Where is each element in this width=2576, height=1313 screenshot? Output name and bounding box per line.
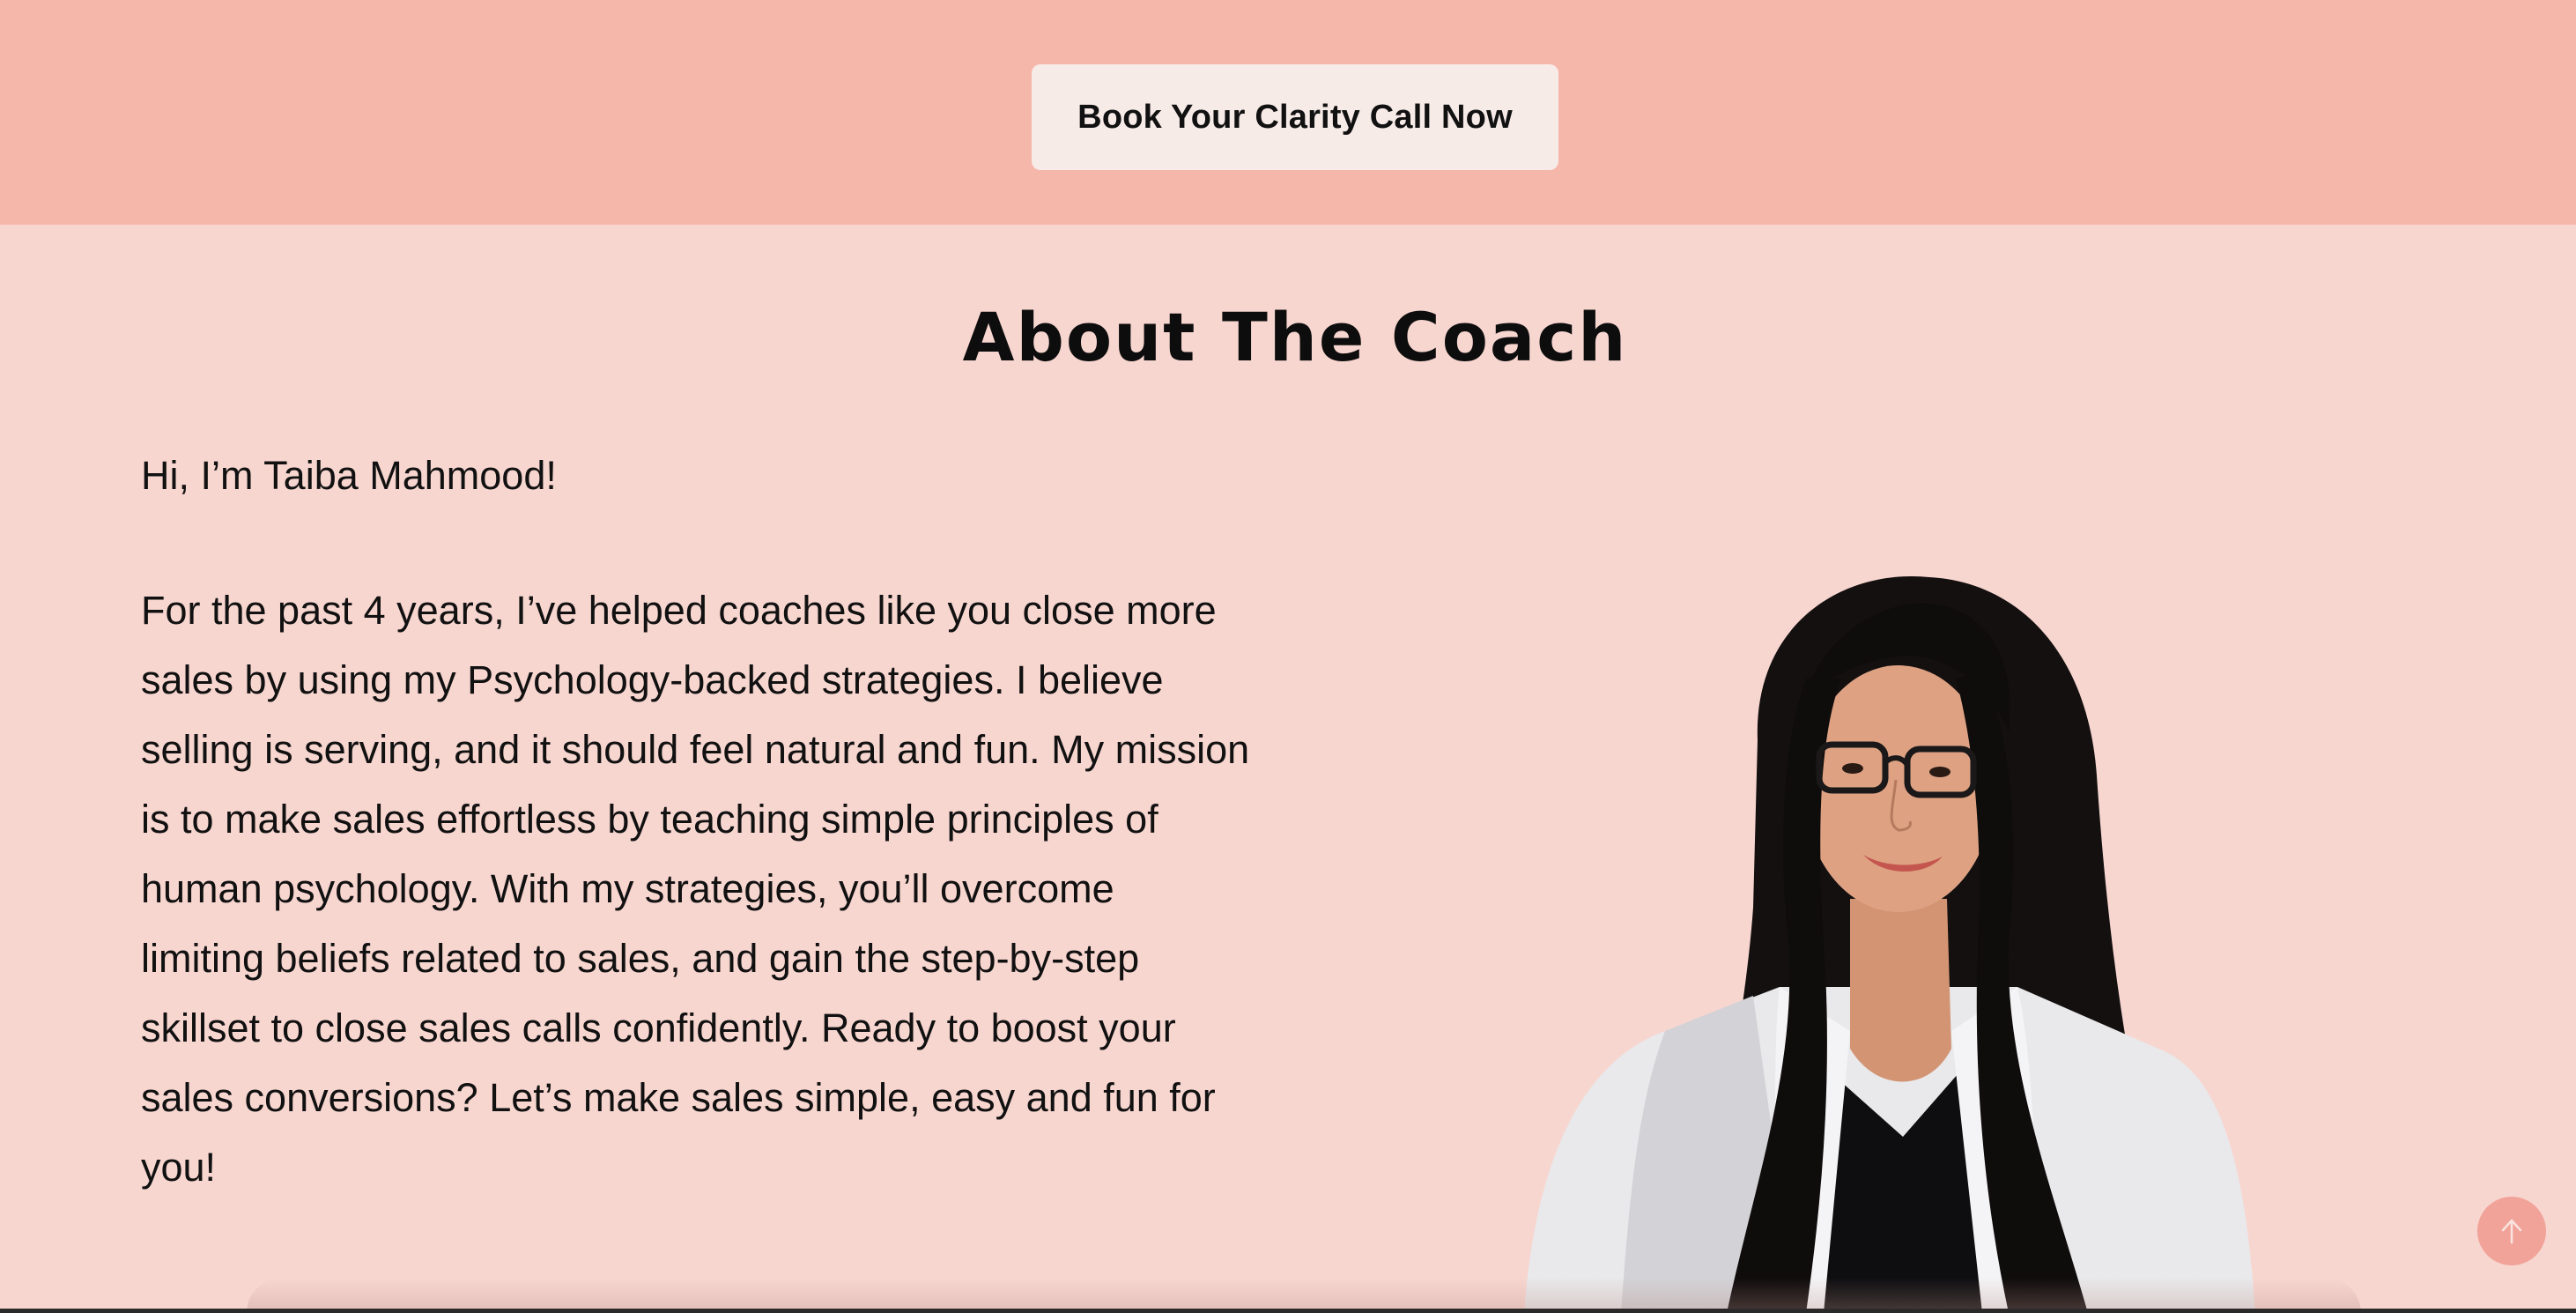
top-banner: Book Your Clarity Call Now xyxy=(0,0,2576,225)
about-section: About The Coach Hi, I’m Taiba Mahmood! F… xyxy=(0,225,2576,1313)
bio-line: skillset to close sales calls confidentl… xyxy=(141,1005,1176,1050)
bio-line: is to make sales effortless by teaching … xyxy=(141,797,1158,842)
eye-left xyxy=(1842,763,1863,774)
bio-line: For the past 4 years, I’ve helped coache… xyxy=(141,588,1217,633)
section-title: About The Coach xyxy=(962,298,1628,376)
bio-paragraph: For the past 4 years, I’ve helped coache… xyxy=(141,575,1286,1202)
bio-line: selling is serving, and it should feel n… xyxy=(141,727,1250,772)
window-bottom-edge xyxy=(0,1309,2576,1313)
coach-portrait-photo xyxy=(1524,575,2255,1313)
arrow-up-icon xyxy=(2501,1219,2522,1244)
bio-line: sales by using my Psychology-backed stra… xyxy=(141,657,1164,702)
greeting-text: Hi, I’m Taiba Mahmood! xyxy=(141,453,557,498)
bio-line: you! xyxy=(141,1145,217,1190)
eye-right xyxy=(1929,767,1951,777)
book-clarity-call-button[interactable]: Book Your Clarity Call Now xyxy=(1032,64,1558,170)
bio-line: human psychology. With my strategies, yo… xyxy=(141,866,1114,911)
bio-line: sales conversions? Let’s make sales simp… xyxy=(141,1075,1216,1120)
bio-line: limiting beliefs related to sales, and g… xyxy=(141,936,1140,981)
neck xyxy=(1850,899,1951,1082)
scroll-to-top-button[interactable] xyxy=(2477,1197,2546,1265)
page: Book Your Clarity Call Now About The Coa… xyxy=(0,0,2576,1313)
